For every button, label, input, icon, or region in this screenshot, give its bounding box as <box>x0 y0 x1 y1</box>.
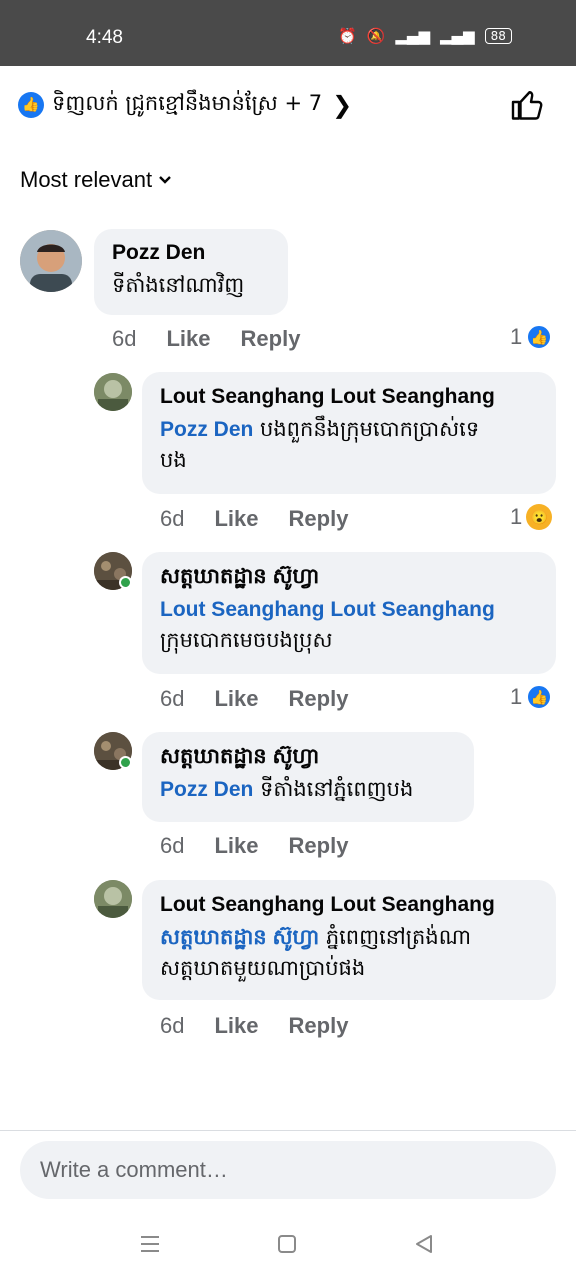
like-button[interactable]: Like <box>166 326 210 352</box>
comment-text-line-2: បង <box>160 448 187 472</box>
reaction-count[interactable]: 1 👍 <box>510 324 553 350</box>
mention-link[interactable]: Lout Seanghang Lout Seanghang <box>160 598 495 621</box>
comment-author[interactable]: សត្តឃាតដ្ឋាន ស៊ូហ្វា <box>160 562 538 592</box>
comment-actions: 6d Like Reply <box>112 326 330 352</box>
like-button[interactable]: Like <box>214 1013 258 1039</box>
comment-actions: 6d Like Reply <box>160 1013 378 1039</box>
reaction-count-value: 1 <box>510 684 523 709</box>
mention-link[interactable]: Pozz Den <box>160 778 253 801</box>
comment-text: ទីតាំងនៅណាវិញ <box>112 273 245 297</box>
comment-time: 6d <box>160 506 185 531</box>
reply-button[interactable]: Reply <box>289 506 349 532</box>
reaction-count-value: 1 <box>510 504 523 529</box>
comment-text-body: ក្រុមបោកមេចបងប្រុស <box>160 628 333 652</box>
avatar[interactable] <box>94 373 132 411</box>
comment-time: 6d <box>160 1013 185 1038</box>
reply-button[interactable]: Reply <box>289 1013 349 1039</box>
comment-text-line-2: សត្តឃាតមួយណាប្រាប់ផង <box>160 956 366 980</box>
status-bar: 4:48 ⏰ 🔕 ▂▄▆ ▂▄▆ 88 <box>0 0 576 66</box>
like-button[interactable]: Like <box>214 506 258 532</box>
comment-author[interactable]: Lout Seanghang Lout Seanghang <box>160 890 538 920</box>
alarm-icon: ⏰ <box>338 27 357 45</box>
comment-time: 6d <box>112 326 137 351</box>
comment-actions: 6d Like Reply <box>160 506 378 532</box>
comment-actions: 6d Like Reply <box>160 833 378 859</box>
reaction-count[interactable]: 1 👍 <box>510 684 553 710</box>
like-reaction-icon: 👍 <box>526 684 553 710</box>
comment-text-body: ភ្នំពេញនៅត្រង់ណា <box>319 925 472 949</box>
reactions-summary[interactable]: 👍 ទិញលក់ ជ្រូកខ្មៅនឹងមាន់ស្រែ + 7 ❯ <box>18 89 558 121</box>
reply-button[interactable]: Reply <box>289 686 349 712</box>
status-time: 4:48 <box>86 27 123 48</box>
online-status-dot <box>119 576 132 589</box>
comment-text: សត្តឃាតដ្ឋាន ស៊ូហ្វា ភ្នំពេញនៅត្រង់ណា <box>160 920 538 955</box>
avatar[interactable] <box>94 880 132 918</box>
comment-author[interactable]: Pozz Den <box>112 238 270 268</box>
like-reaction-icon: 👍 <box>526 324 553 350</box>
comment-input[interactable]: Write a comment… <box>20 1141 556 1199</box>
menu-nav-icon[interactable] <box>138 1232 162 1256</box>
sort-label: Most relevant <box>20 167 153 192</box>
mention-link[interactable]: Pozz Den <box>160 418 253 441</box>
online-status-dot <box>119 756 132 769</box>
reply-button[interactable]: Reply <box>289 833 349 859</box>
signal-icon: ▂▄▆ <box>395 27 430 45</box>
comment-text: Pozz Den បងពួកនឹងក្រុមបោកប្រាស់ទេ <box>160 412 538 447</box>
comment-bubble[interactable]: សត្តឃាតដ្ឋាន ស៊ូហ្វា Lout Seanghang Lout… <box>142 552 556 674</box>
comment-bubble[interactable]: Lout Seanghang Lout Seanghang សត្តឃាតដ្ឋ… <box>142 880 556 1000</box>
mention-link[interactable]: សត្តឃាតដ្ឋាន ស៊ូហ្វា <box>160 926 319 949</box>
home-nav-icon[interactable] <box>275 1232 299 1256</box>
reaction-count[interactable]: 1 😮 <box>510 504 553 530</box>
comment-time: 6d <box>160 833 185 858</box>
avatar[interactable] <box>20 230 82 292</box>
comment-author[interactable]: សត្តឃាតដ្ឋាន ស៊ូហ្វា <box>160 742 456 772</box>
battery-icon: 88 <box>484 28 512 44</box>
comment-input-placeholder: Write a comment… <box>40 1157 228 1182</box>
chevron-right-icon[interactable]: ❯ <box>332 91 352 119</box>
chevron-down-icon <box>159 176 171 184</box>
comment-text-body: ទីតាំងនៅភ្នំពេញបង <box>253 777 414 801</box>
composer-divider <box>0 1130 576 1131</box>
reply-button[interactable]: Reply <box>241 326 301 352</box>
signal-icon-2: ▂▄▆ <box>439 27 475 45</box>
comment-text-body: បងពួកនឹងក្រុមបោកប្រាស់ទេ <box>253 417 480 441</box>
like-icon: 👍 <box>18 92 44 118</box>
mute-icon: 🔕 <box>366 27 386 45</box>
like-button[interactable]: Like <box>214 686 258 712</box>
like-button[interactable]: Like <box>214 833 258 859</box>
status-icons: ⏰ 🔕 ▂▄▆ ▂▄▆ 88 <box>338 27 512 45</box>
comment-author[interactable]: Lout Seanghang Lout Seanghang <box>160 382 538 412</box>
comment-bubble[interactable]: Pozz Den ទីតាំងនៅណាវិញ <box>94 229 288 315</box>
back-nav-icon[interactable] <box>412 1232 436 1256</box>
reaction-count-value: 1 <box>510 324 523 349</box>
comment-text: Pozz Den ទីតាំងនៅភ្នំពេញបង <box>160 772 456 807</box>
sort-dropdown[interactable]: Most relevant <box>20 167 172 193</box>
comment-text: Lout Seanghang Lout Seanghang <box>160 592 538 627</box>
thumbs-up-icon[interactable] <box>510 87 546 123</box>
comment-bubble[interactable]: Lout Seanghang Lout Seanghang Pozz Den ប… <box>142 372 556 494</box>
system-nav-bar <box>0 1210 576 1280</box>
wow-reaction-icon: 😮 <box>526 504 553 530</box>
reactors-list[interactable]: ទិញលក់ ជ្រូកខ្មៅនឹងមាន់ស្រែ + 7 <box>52 90 322 121</box>
comment-actions: 6d Like Reply <box>160 686 378 712</box>
comment-bubble[interactable]: សត្តឃាតដ្ឋាន ស៊ូហ្វា Pozz Den ទីតាំងនៅភ្… <box>142 732 474 822</box>
comment-time: 6d <box>160 686 185 711</box>
